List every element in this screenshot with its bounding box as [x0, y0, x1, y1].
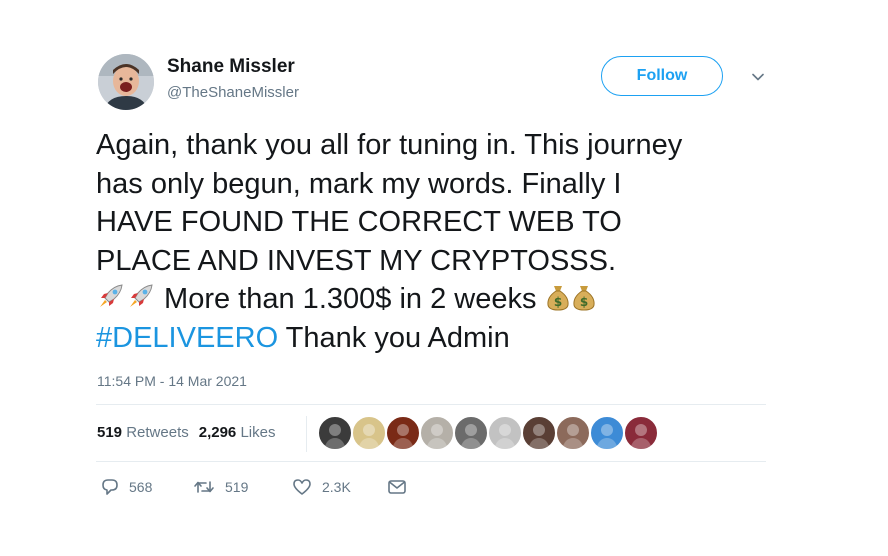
display-name[interactable]: Shane Missler	[167, 56, 295, 78]
avatar[interactable]	[98, 54, 154, 110]
retweets-count: 519	[97, 424, 123, 441]
divider	[96, 461, 766, 462]
user-handle[interactable]: @TheShaneMissler	[167, 84, 299, 101]
liker-avatar-5[interactable]	[454, 416, 488, 450]
liker-avatar-7[interactable]	[522, 416, 556, 450]
tweet-line: More than 1.300$ in 2 weeks $ $	[96, 280, 786, 319]
chevron-down-icon[interactable]	[751, 70, 765, 84]
like-count: 2.3K	[322, 479, 351, 495]
liker-avatar-3[interactable]	[386, 416, 420, 450]
tweet-line-text: Thank you Admin	[278, 321, 510, 354]
liker-avatar-9[interactable]	[590, 416, 624, 450]
money-bag-icon: $	[572, 286, 595, 311]
rocket-icon	[100, 284, 123, 307]
hashtag-link[interactable]: #DELIVEERO	[96, 322, 278, 354]
retweet-button[interactable]: 519	[193, 478, 248, 496]
liker-avatar-6[interactable]	[488, 416, 522, 450]
reply-count: 568	[129, 479, 153, 495]
tweet-line: has only begun, mark my words. Finally I	[96, 167, 622, 200]
tweet-text: Again, thank you all for tuning in. This…	[96, 126, 786, 357]
liker-avatar-2[interactable]	[352, 416, 386, 450]
likes-label: Likes	[240, 424, 276, 441]
reply-icon	[102, 479, 118, 495]
tweet-line: PLACE AND INVEST MY CRYPTOSSS.	[96, 244, 617, 277]
like-button[interactable]: 2.3K	[292, 478, 351, 496]
liker-avatar-8[interactable]	[556, 416, 590, 450]
svg-text:$: $	[553, 295, 561, 309]
likes-stat[interactable]: 2,296 Likes	[199, 424, 276, 441]
tweet-timestamp[interactable]: 11:54 PM - 14 Mar 2021	[97, 373, 247, 389]
tweet-line: #DELIVEERO Thank you Admin	[96, 319, 786, 358]
likes-count: 2,296	[198, 424, 237, 441]
reply-button[interactable]: 568	[101, 478, 152, 496]
tweet-line-text: More than 1.300$ in 2 weeks	[156, 283, 545, 315]
stats-separator	[306, 416, 307, 452]
retweet-icon	[194, 481, 214, 493]
rocket-icon	[130, 284, 153, 307]
retweets-stat[interactable]: 519 Retweets	[97, 424, 189, 441]
retweets-label: Retweets	[126, 424, 189, 441]
svg-text:$: $	[579, 295, 587, 309]
liker-avatar-1[interactable]	[318, 416, 352, 450]
follow-button[interactable]: Follow	[601, 56, 723, 96]
divider	[96, 404, 766, 405]
tweet-card: Shane Missler @TheShaneMissler Follow Ag…	[0, 0, 888, 556]
direct-message-button[interactable]	[387, 478, 417, 496]
retweet-count: 519	[225, 479, 249, 495]
money-bag-icon: $	[546, 286, 569, 311]
liker-avatar-4[interactable]	[420, 416, 454, 450]
tweet-line: HAVE FOUND THE CORRECT WEB TO	[96, 206, 622, 238]
tweet-line: Again, thank you all for tuning in. This…	[96, 129, 683, 161]
liker-avatar-10[interactable]	[624, 416, 658, 450]
envelope-icon	[388, 480, 406, 494]
heart-icon	[293, 479, 311, 495]
engagement-stats: 519 Retweets 2,296 Likes	[97, 424, 275, 441]
